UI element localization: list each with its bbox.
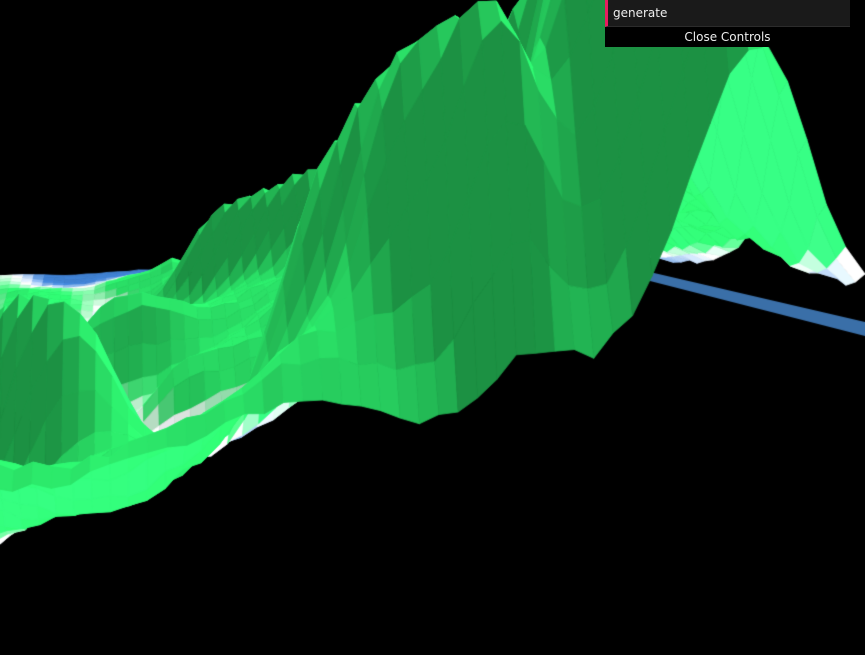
close-controls-button[interactable]: Close Controls — [605, 27, 850, 47]
generate-button-label: generate — [613, 6, 668, 20]
generate-button[interactable]: generate — [605, 0, 850, 27]
webgl-viewport[interactable] — [0, 0, 865, 655]
terrain-mesh-canvas[interactable] — [0, 0, 865, 655]
controls-panel: generate Close Controls — [605, 0, 850, 47]
